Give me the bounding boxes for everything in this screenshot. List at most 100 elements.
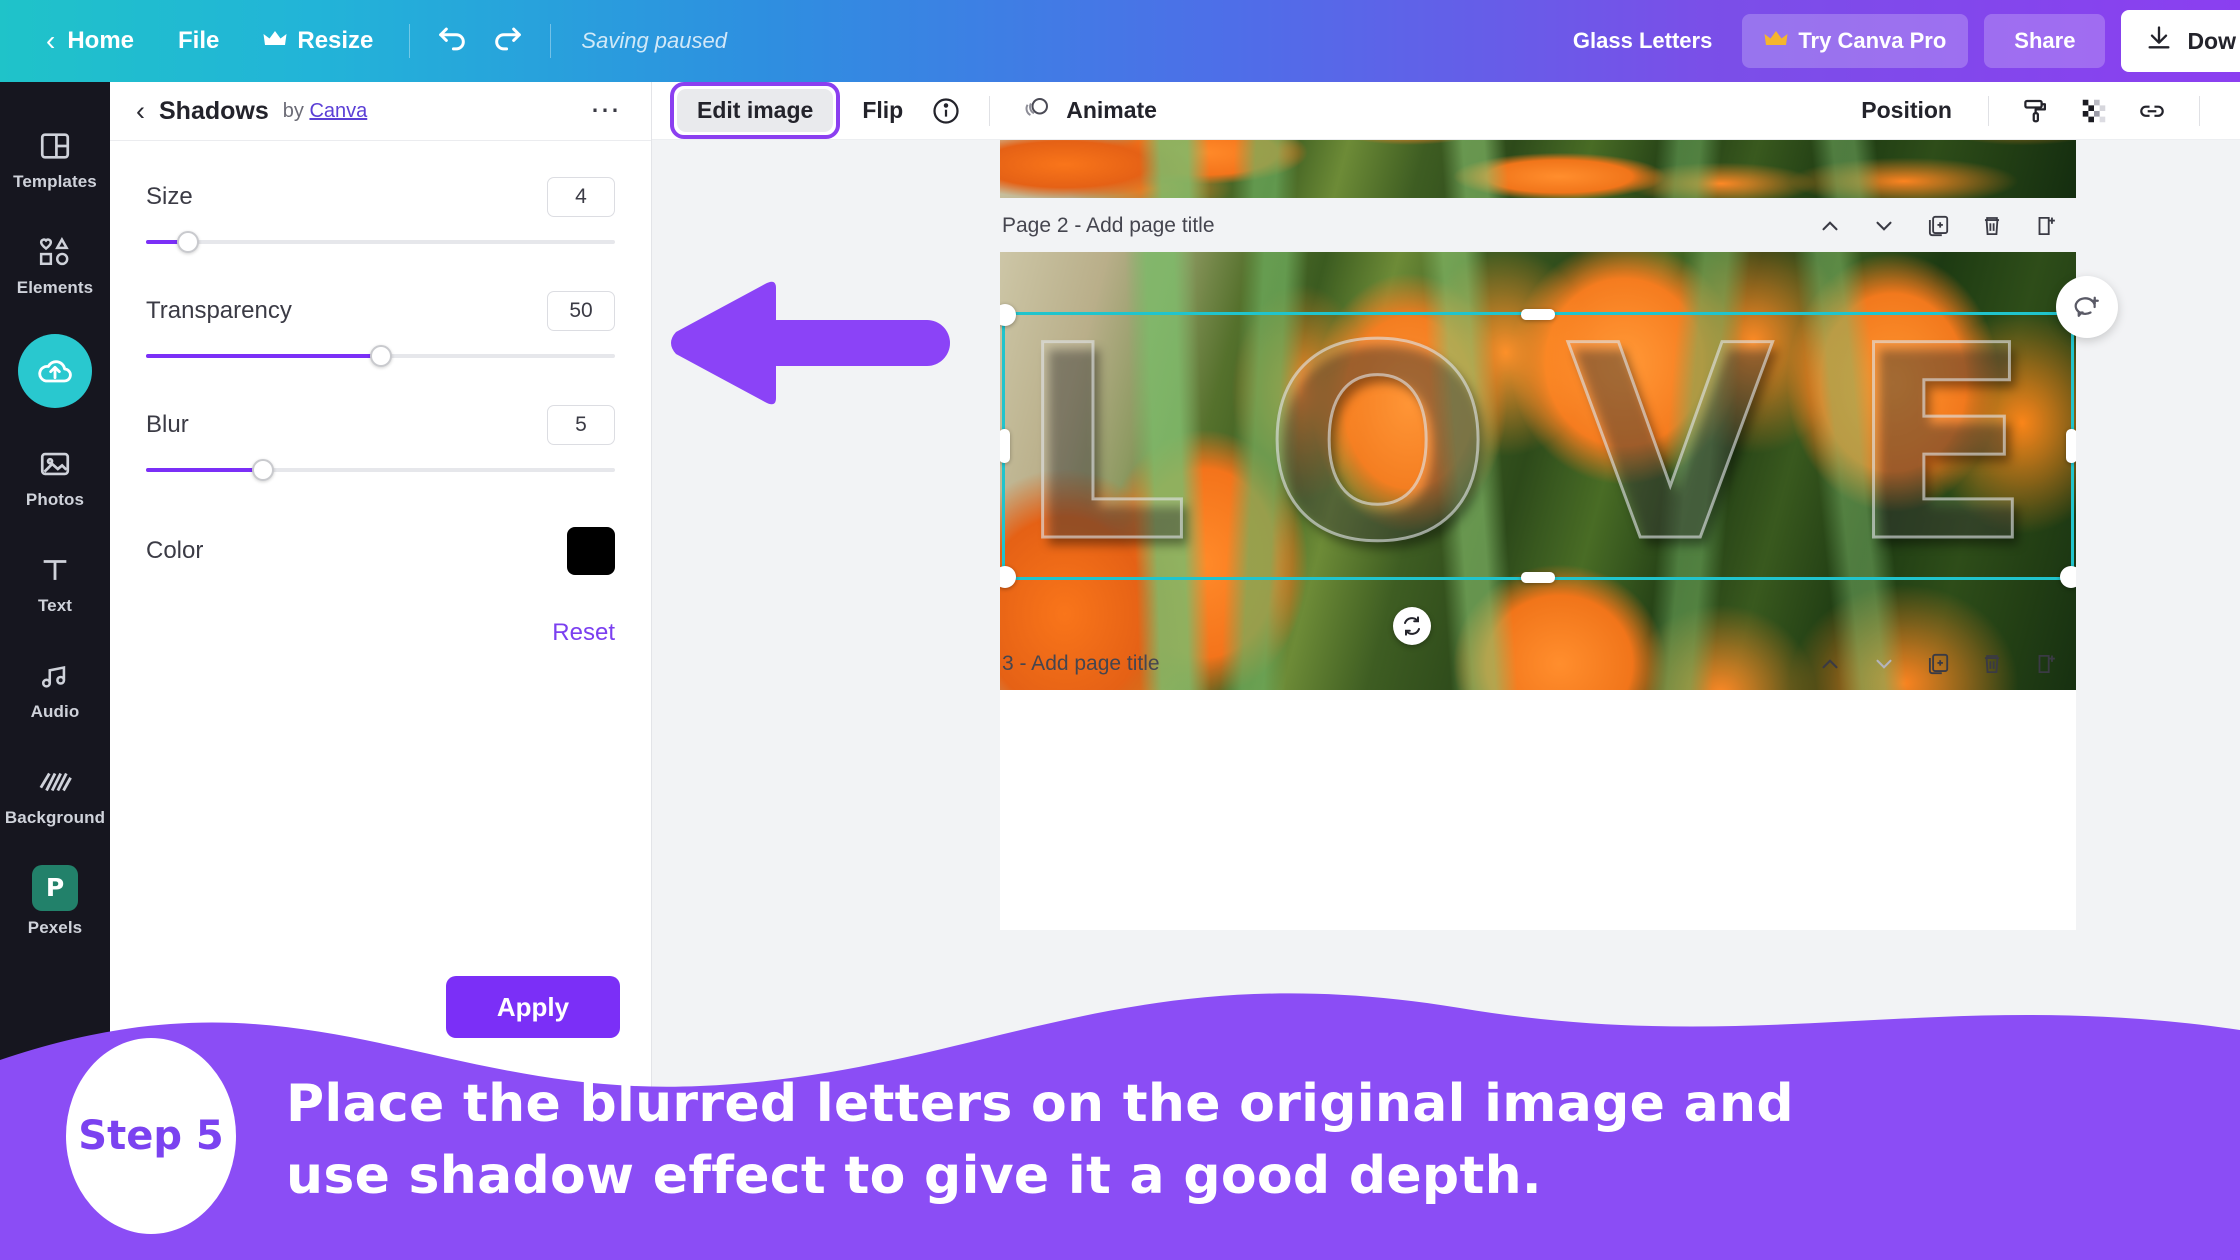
transparency-checker-icon[interactable] <box>2067 89 2121 133</box>
chevron-up-icon[interactable] <box>1810 206 1850 246</box>
blur-slider-fill <box>146 468 264 472</box>
resize-label: Resize <box>297 27 374 54</box>
page-3-title[interactable]: 3 - Add page title <box>1002 652 1160 676</box>
transparency-slider[interactable] <box>146 345 615 367</box>
animate-icon <box>1022 94 1054 128</box>
download-button[interactable]: Dow <box>2121 10 2240 72</box>
animate-label: Animate <box>1066 97 1157 123</box>
sidebar-label-pexels: Pexels <box>27 917 83 937</box>
size-slider[interactable] <box>146 231 615 253</box>
background-icon <box>36 763 74 801</box>
position-divider <box>1988 95 1989 126</box>
reset-link[interactable]: Reset <box>552 619 615 647</box>
saving-status: Saving paused <box>581 28 727 53</box>
chevron-left-icon: ‹ <box>46 25 56 56</box>
sidebar-item-elements[interactable]: Elements <box>0 212 110 318</box>
sidebar-item-background[interactable]: Background <box>0 742 110 848</box>
add-page-icon[interactable] <box>2026 206 2066 246</box>
size-slider-track <box>146 240 615 244</box>
rotate-handle[interactable] <box>1393 607 1431 645</box>
panel-back-button[interactable]: ‹ <box>136 97 145 125</box>
more-dots-icon[interactable]: ⋯ <box>590 96 623 126</box>
chevron-down-icon[interactable] <box>1864 206 1904 246</box>
crown-icon <box>1764 28 1788 54</box>
top-bar: ‹ Home File Resize Saving paused Glass L… <box>0 0 2240 82</box>
control-transparency: Transparency 50 <box>146 291 615 367</box>
caption-zone: Step 5 Place the blurred letters on the … <box>0 1030 2240 1260</box>
resize-button[interactable]: Resize <box>241 0 395 82</box>
page-1[interactable] <box>1000 140 2076 198</box>
flip-button[interactable]: Flip <box>846 87 919 134</box>
glass-letter-L: L <box>1017 289 1191 602</box>
panel-body: Size 4 Transparency 50 Blur 5 Color Rese… <box>110 141 651 647</box>
glass-letters-element[interactable]: L O V E <box>1004 289 2046 602</box>
duplicate-page-icon[interactable] <box>1918 644 1958 684</box>
trash-icon[interactable] <box>1972 206 2012 246</box>
size-value-input[interactable]: 4 <box>547 177 615 217</box>
blur-value-input[interactable]: 5 <box>547 405 615 445</box>
chevron-up-icon[interactable] <box>1810 644 1850 684</box>
download-label: Dow <box>2187 27 2236 54</box>
templates-icon <box>36 127 74 165</box>
sidebar-item-text[interactable]: Text <box>0 530 110 636</box>
arrow-left-icon <box>664 278 954 413</box>
panel-author-link[interactable]: Canva <box>309 100 367 122</box>
page-2-title[interactable]: Page 2 - Add page title <box>1002 214 1215 238</box>
sidebar-item-photos[interactable]: Photos <box>0 424 110 530</box>
undo-button[interactable] <box>424 13 480 69</box>
status-divider <box>550 24 552 58</box>
blur-slider-knob[interactable] <box>252 459 275 481</box>
home-button[interactable]: ‹ Home <box>24 0 156 82</box>
info-icon[interactable] <box>919 89 973 133</box>
apply-button[interactable]: Apply <box>446 976 620 1038</box>
sidebar-label-audio: Audio <box>30 701 80 721</box>
add-page-icon[interactable] <box>2026 644 2066 684</box>
glass-letter-V: V <box>1565 289 1775 602</box>
sidebar-label-templates: Templates <box>13 171 97 191</box>
sidebar-label-text: Text <box>37 595 73 615</box>
try-canva-pro-button[interactable]: Try Canva Pro <box>1742 14 1969 68</box>
page-3[interactable] <box>1000 690 2076 930</box>
page-3-header: 3 - Add page title <box>1000 638 2076 690</box>
trash-icon[interactable] <box>1972 644 2012 684</box>
audio-icon <box>36 657 74 695</box>
paint-roller-icon[interactable] <box>2009 89 2063 133</box>
sidebar-item-uploads[interactable] <box>0 318 110 424</box>
transparency-slider-knob[interactable] <box>369 345 392 367</box>
sidebar-label-background: Background <box>4 807 106 827</box>
sidebar-item-templates[interactable]: Templates <box>0 106 110 212</box>
add-comment-button[interactable] <box>2056 276 2118 338</box>
redo-button[interactable] <box>480 13 536 69</box>
toolbar-divider <box>409 24 411 58</box>
blur-slider[interactable] <box>146 459 615 481</box>
animate-button[interactable]: Animate <box>1006 84 1173 138</box>
color-swatch-button[interactable] <box>567 527 615 575</box>
edit-image-button[interactable]: Edit image <box>677 89 834 132</box>
chevron-down-icon[interactable] <box>1864 644 1904 684</box>
share-button[interactable]: Share <box>1984 14 2106 68</box>
position-button[interactable]: Position <box>1845 87 1968 134</box>
try-pro-label: Try Canva Pro <box>1798 28 1947 53</box>
transparency-label: Transparency <box>146 297 292 324</box>
link-icon[interactable] <box>2125 89 2179 133</box>
sidebar-item-audio[interactable]: Audio <box>0 636 110 742</box>
file-menu[interactable]: File <box>156 0 241 82</box>
glass-letter-E: E <box>1847 289 2033 602</box>
home-label: Home <box>67 27 135 54</box>
page-2-tools <box>1810 206 2066 246</box>
document-title[interactable]: Glass Letters <box>1559 28 1726 54</box>
caption-line-1: Place the blurred letters on the origina… <box>286 1074 1794 1135</box>
panel-author: by Canva <box>283 100 368 123</box>
transparency-value-input[interactable]: 50 <box>547 291 615 331</box>
toolbar-divider <box>989 95 991 126</box>
page-1-stems <box>1000 140 2076 198</box>
glass-letter-O: O <box>1262 289 1493 602</box>
duplicate-page-icon[interactable] <box>1918 206 1958 246</box>
right-edge-divider <box>2199 95 2200 126</box>
sidebar-item-pexels[interactable]: P Pexels <box>0 848 110 954</box>
crown-icon <box>263 27 287 55</box>
size-slider-knob[interactable] <box>177 231 200 253</box>
panel-author-prefix: by <box>282 99 304 122</box>
editor-toolbar: Edit image Flip Animate Position <box>652 82 2240 140</box>
elements-icon <box>36 233 74 271</box>
